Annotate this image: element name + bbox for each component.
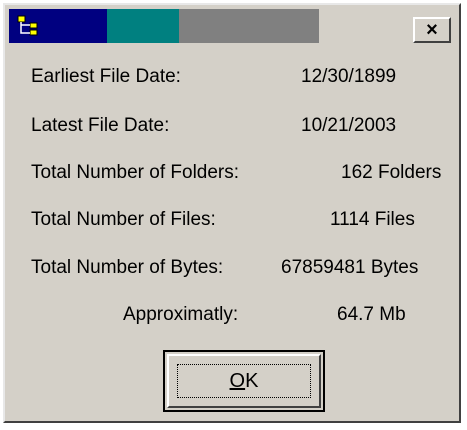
close-button[interactable]: × bbox=[413, 17, 451, 43]
earliest-date-value: 12/30/1899 bbox=[301, 66, 397, 87]
title-bar: × bbox=[9, 9, 455, 43]
latest-date-label: Latest File Date: bbox=[31, 115, 170, 136]
bytes-value: 67859481 Bytes bbox=[281, 257, 419, 278]
folders-label: Total Number of Folders: bbox=[31, 162, 240, 183]
ok-focus-rect: OK bbox=[177, 364, 311, 398]
folders-value: 162 Folders bbox=[341, 162, 442, 183]
earliest-date-label: Earliest File Date: bbox=[31, 66, 181, 87]
approx-label: Approximatly: bbox=[123, 304, 239, 325]
files-label: Total Number of Files: bbox=[31, 209, 216, 230]
bytes-label: Total Number of Bytes: bbox=[31, 257, 224, 278]
dialog-window: × Earliest File Date: 12/30/1899 Latest … bbox=[3, 3, 461, 423]
files-value: 1114 Files bbox=[330, 209, 415, 230]
close-icon: × bbox=[426, 19, 438, 41]
tree-folder-icon bbox=[17, 15, 38, 36]
ok-label-rest: K bbox=[245, 369, 259, 392]
ok-button-bevel: OK bbox=[167, 354, 321, 408]
ok-button[interactable]: OK bbox=[163, 350, 325, 412]
latest-date-value: 10/21/2003 bbox=[301, 115, 397, 136]
approx-value: 64.7 Mb bbox=[337, 304, 406, 325]
ok-mnemonic: O bbox=[229, 369, 246, 392]
